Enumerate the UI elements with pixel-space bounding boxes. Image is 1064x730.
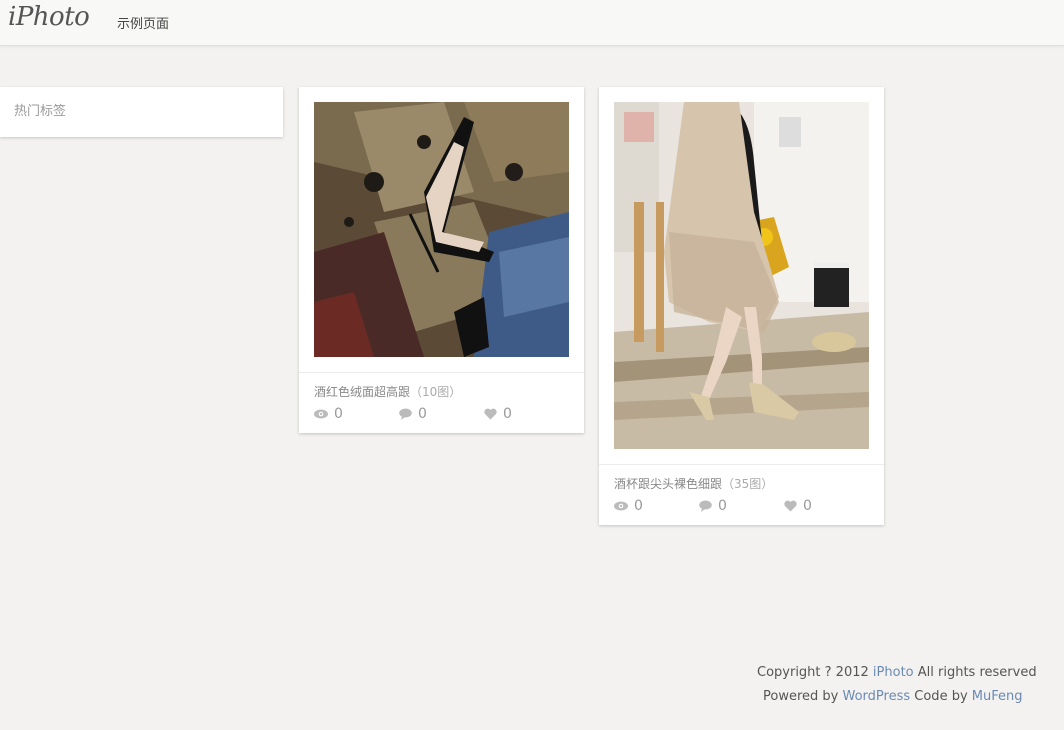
footer-copyright: Copyright ? 2012 iPhoto All rights reser… — [757, 665, 1037, 680]
heart-icon — [784, 500, 797, 512]
post-stats: 0 0 0 — [614, 498, 869, 516]
site-link[interactable]: iPhoto — [873, 665, 914, 680]
comments-count: 0 — [418, 406, 427, 422]
top-navbar: iPhoto 示例页面 — [0, 0, 1064, 46]
photo-count: （35图） — [722, 477, 774, 491]
author-link[interactable]: MuFeng — [972, 689, 1023, 704]
photo-count: （10图） — [410, 385, 462, 399]
copyright-suffix: All rights reserved — [917, 665, 1037, 680]
post-stats: 0 0 0 — [314, 406, 569, 424]
post-thumbnail[interactable] — [614, 102, 869, 449]
post-title-text[interactable]: 酒红色绒面超高跟 — [314, 385, 410, 399]
likes-count: 0 — [503, 406, 512, 422]
likes-count: 0 — [803, 498, 812, 514]
post-thumbnail[interactable] — [314, 102, 569, 357]
views-stat: 0 — [314, 406, 343, 422]
comments-stat[interactable]: 0 — [699, 498, 727, 514]
likes-stat[interactable]: 0 — [784, 498, 812, 514]
views-count: 0 — [634, 498, 643, 514]
views-count: 0 — [334, 406, 343, 422]
comment-icon — [399, 408, 412, 420]
photo-image — [314, 102, 569, 357]
eye-icon — [614, 501, 628, 511]
comments-count: 0 — [718, 498, 727, 514]
widget-title: 热门标签 — [14, 104, 67, 119]
footer-powered: Powered by WordPress Code by MuFeng — [763, 689, 1023, 704]
eye-icon — [314, 409, 328, 419]
site-logo[interactable]: iPhoto — [8, 2, 90, 32]
views-stat: 0 — [614, 498, 643, 514]
post-card[interactable]: 酒杯跟尖头裸色细跟（35图） 0 0 0 — [599, 87, 884, 525]
post-card[interactable]: 酒红色绒面超高跟（10图） 0 0 0 — [299, 87, 584, 433]
comment-icon — [699, 500, 712, 512]
nav-link-sample-page[interactable]: 示例页面 — [117, 13, 169, 32]
code-by-label: Code by — [914, 689, 968, 704]
post-title-text[interactable]: 酒杯跟尖头裸色细跟 — [614, 477, 722, 491]
post-title[interactable]: 酒杯跟尖头裸色细跟（35图） — [614, 475, 773, 492]
powered-prefix: Powered by — [763, 689, 839, 704]
divider — [599, 464, 884, 465]
comments-stat[interactable]: 0 — [399, 406, 427, 422]
copyright-prefix: Copyright ? 2012 — [757, 665, 869, 680]
post-title[interactable]: 酒红色绒面超高跟（10图） — [314, 383, 461, 400]
photo-image — [614, 102, 869, 449]
wordpress-link[interactable]: WordPress — [843, 689, 911, 704]
divider — [299, 372, 584, 373]
likes-stat[interactable]: 0 — [484, 406, 512, 422]
popular-tags-widget: 热门标签 — [0, 87, 283, 137]
heart-icon — [484, 408, 497, 420]
